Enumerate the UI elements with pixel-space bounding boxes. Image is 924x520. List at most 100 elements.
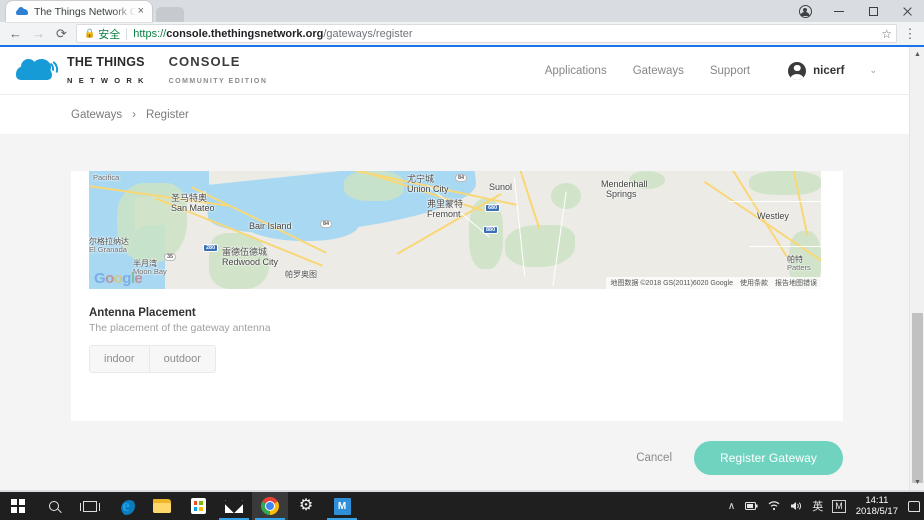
back-button[interactable]: ← — [4, 22, 27, 45]
scroll-up-icon[interactable]: ▲ — [910, 47, 924, 62]
ttn-logo[interactable]: THE THINGS N E T W O R K CONSOLE COMMUNI… — [16, 54, 267, 88]
account-icon[interactable] — [788, 0, 822, 22]
security-label: 安全 — [98, 26, 120, 42]
clock-time: 14:11 — [865, 495, 888, 506]
antenna-placement-toggle: indoor outdoor — [89, 345, 216, 373]
map-report-link[interactable]: 报告地图错误 — [775, 278, 817, 288]
ime-indicator[interactable]: 英 — [807, 498, 828, 514]
cloud-wifi-icon — [16, 60, 58, 82]
chrome-icon — [261, 497, 279, 515]
bookmark-star-icon[interactable]: ☆ — [875, 27, 892, 41]
clock[interactable]: 14:11 2018/5/17 — [850, 495, 904, 517]
start-button[interactable] — [0, 492, 36, 520]
forward-button[interactable]: → — [27, 22, 50, 45]
url-host: console.thethingsnetwork.org — [166, 28, 323, 40]
map-label: 雷德伍德城Redwood City — [222, 247, 278, 268]
volume-icon[interactable] — [785, 501, 807, 511]
highway-shield: 880 — [483, 226, 498, 234]
url-scheme: https:// — [133, 28, 166, 40]
edge-button[interactable]: e — [108, 492, 144, 520]
option-indoor[interactable]: indoor — [90, 346, 149, 372]
browser-toolbar: ← → ⟳ 🔒 安全 https://console.thethingsnetw… — [0, 22, 924, 47]
chrome-button[interactable] — [252, 492, 288, 520]
nav-item-gateways[interactable]: Gateways — [633, 65, 684, 77]
tab-title: The Things Network Co — [34, 6, 136, 18]
map-label: Sunol — [489, 182, 512, 192]
breadcrumb: Gateways › Register — [0, 95, 909, 134]
site-header: THE THINGS N E T W O R K CONSOLE COMMUNI… — [0, 47, 909, 95]
highway-shield: 35 — [164, 253, 176, 261]
app-button[interactable]: M — [324, 492, 360, 520]
store-button[interactable] — [180, 492, 216, 520]
form-actions: Cancel Register Gateway — [71, 441, 843, 475]
task-view-button[interactable] — [72, 492, 108, 520]
page-scrollbar[interactable]: ▲ ▼ — [909, 47, 924, 490]
wifi-icon[interactable] — [763, 501, 785, 511]
map-label: 帕特Patters — [787, 255, 811, 273]
clock-date: 2018/5/17 — [856, 506, 898, 517]
google-watermark: Google — [94, 270, 142, 287]
map-label: 圣马特奥San Mateo — [171, 193, 215, 214]
map-label: 弗里蒙特Fremont — [427, 199, 463, 220]
nav-item-applications[interactable]: Applications — [545, 65, 607, 77]
field-title: Antenna Placement — [89, 307, 271, 319]
close-window-button[interactable] — [890, 0, 924, 22]
nav-item-support[interactable]: Support — [710, 65, 750, 77]
new-tab-button[interactable] — [156, 7, 184, 22]
battery-icon[interactable] — [740, 502, 763, 510]
omnibox-divider — [126, 28, 127, 40]
avatar — [788, 62, 806, 80]
brand-line1: THE THINGS — [67, 55, 145, 69]
map-label: Mendenhall Springs — [601, 179, 648, 200]
address-bar[interactable]: 🔒 安全 https://console.thethingsnetwork.or… — [76, 24, 897, 43]
breadcrumb-gateways[interactable]: Gateways — [71, 109, 122, 121]
map-label: 尔格拉纳达El Granada — [89, 237, 129, 255]
tray-badge-icon[interactable]: M — [832, 500, 846, 513]
brand-name: THE THINGS N E T W O R K — [67, 54, 146, 88]
window-controls — [788, 0, 924, 22]
chevron-down-icon[interactable]: ⌄ — [869, 65, 877, 76]
browser-tab[interactable]: The Things Network Co × — [6, 1, 152, 22]
windows-logo-icon — [11, 499, 25, 513]
close-icon[interactable]: × — [136, 6, 146, 17]
user-menu[interactable]: nicerf ⌄ — [788, 62, 877, 80]
product-name: CONSOLE COMMUNITY EDITION — [169, 54, 268, 88]
highway-shield: 680 — [485, 204, 500, 212]
chrome-browser-window: The Things Network Co × ← → ⟳ 🔒 安全 https… — [0, 0, 924, 492]
chrome-menu-icon[interactable]: ⋮ — [900, 27, 920, 40]
highway-shield: 84 — [455, 174, 467, 182]
reload-button[interactable]: ⟳ — [50, 22, 73, 45]
cancel-button[interactable]: Cancel — [636, 452, 672, 464]
scroll-down-icon[interactable]: ▼ — [910, 475, 924, 490]
cloud-icon — [16, 6, 28, 18]
search-button[interactable] — [36, 492, 72, 520]
scrollbar-thumb[interactable] — [912, 313, 923, 483]
map-label: 尤宁城Union City — [407, 174, 449, 195]
register-gateway-button[interactable]: Register Gateway — [694, 441, 843, 475]
minimize-button[interactable] — [822, 0, 856, 22]
settings-button[interactable]: ⚙ — [288, 492, 324, 520]
search-icon — [47, 499, 61, 513]
file-explorer-button[interactable] — [144, 492, 180, 520]
folder-icon — [153, 499, 171, 513]
main-nav: Applications Gateways Support nicerf ⌄ — [545, 62, 877, 80]
edge-icon: e — [117, 497, 135, 515]
page-viewport: THE THINGS N E T W O R K CONSOLE COMMUNI… — [0, 47, 924, 490]
lock-icon: 🔒 — [84, 28, 95, 39]
map-label: 帕罗奥图 — [285, 270, 317, 279]
highway-shield: 84 — [320, 220, 332, 228]
maximize-button[interactable] — [856, 0, 890, 22]
map-canvas — [89, 171, 821, 289]
url-text: https://console.thethingsnetwork.org/gat… — [133, 28, 412, 40]
mail-icon — [225, 500, 243, 513]
mail-button[interactable] — [216, 492, 252, 520]
option-outdoor[interactable]: outdoor — [149, 346, 215, 372]
notification-icon[interactable] — [908, 501, 920, 512]
breadcrumb-register: Register — [146, 109, 189, 121]
map-label: Westley — [757, 211, 789, 221]
brand-line2: N E T W O R K — [67, 76, 146, 85]
map-terms-link[interactable]: 使用条款 — [740, 278, 768, 288]
breadcrumb-separator: › — [132, 109, 136, 121]
location-map[interactable]: Pacifica 圣马特奥San Mateo Bair Island 尔格拉纳达… — [89, 171, 821, 289]
tray-chevron-up-icon[interactable]: ∧ — [723, 501, 740, 512]
